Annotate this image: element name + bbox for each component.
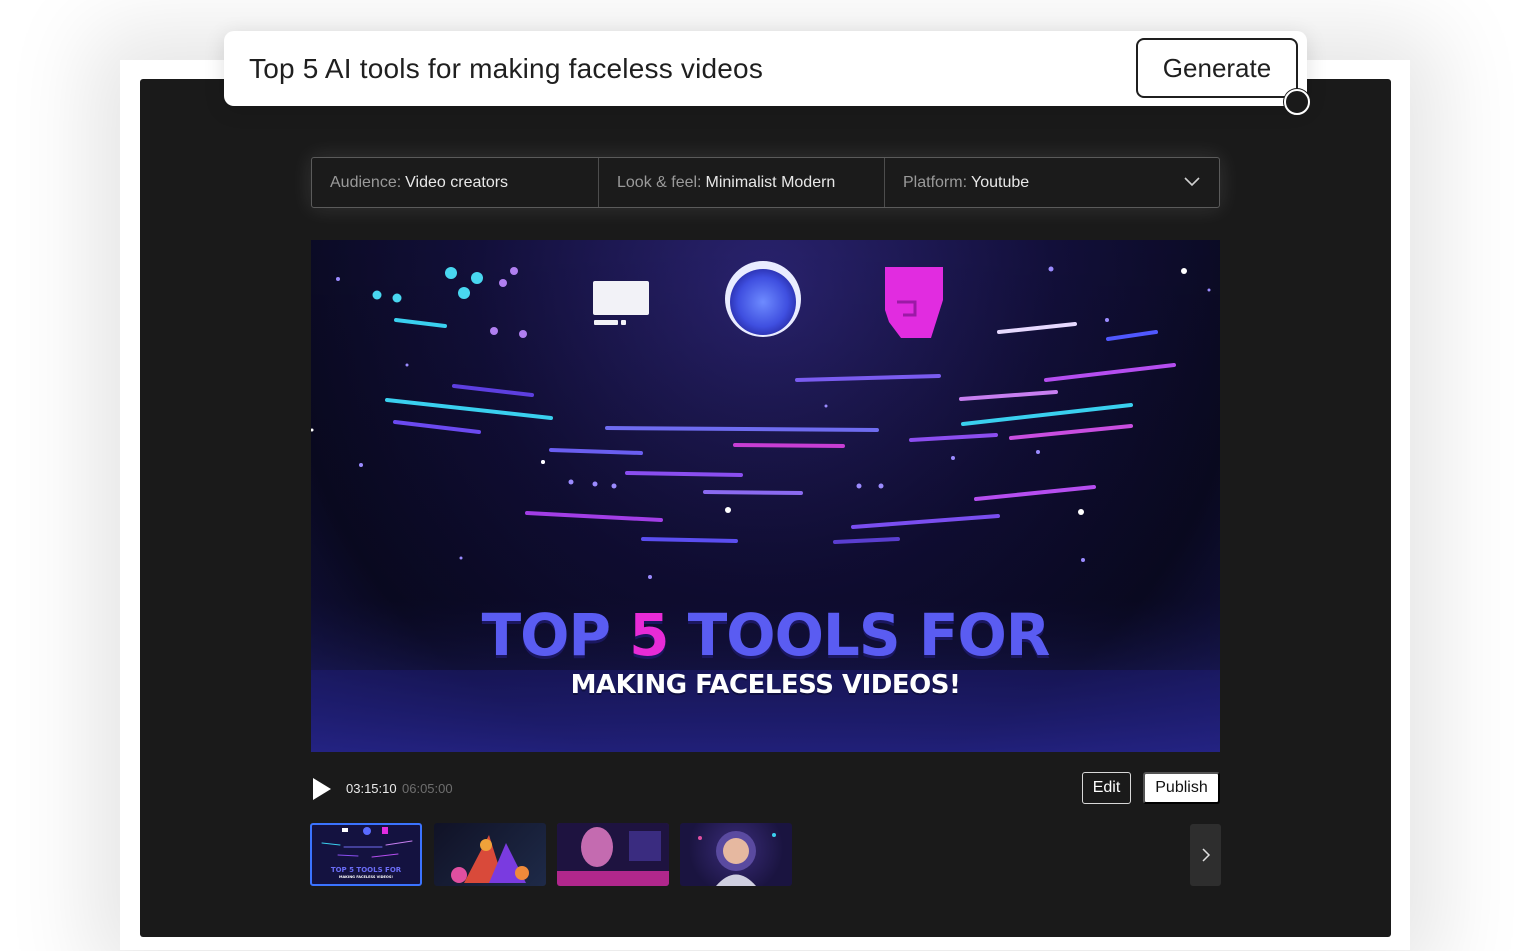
prompt-input[interactable]: Top 5 AI tools for making faceless video…: [249, 31, 763, 106]
thumbnail-caption: TOP 5 TOOLS FOR: [330, 866, 402, 874]
thumbnail-artwork: [557, 823, 669, 886]
look-and-feel-value: Minimalist Modern: [705, 173, 836, 191]
audience-label: Audience:: [330, 173, 402, 191]
prompt-bar: Top 5 AI tools for making faceless video…: [224, 31, 1307, 106]
thumbnail-strip: TOP 5 TOOLS FOR MAKING FACELESS VIDEOS!: [310, 823, 1221, 887]
platform-label: Platform:: [903, 173, 968, 191]
thumbnail-1[interactable]: TOP 5 TOOLS FOR MAKING FACELESS VIDEOS!: [310, 823, 422, 886]
chevron-right-icon: [1201, 848, 1210, 862]
platform-value: Youtube: [971, 173, 1030, 191]
look-and-feel-label: Look & feel:: [617, 173, 702, 191]
edit-button[interactable]: Edit: [1082, 772, 1131, 804]
publish-button[interactable]: Publish: [1143, 772, 1220, 804]
video-title: TOP 5 TOOLS FOR: [311, 606, 1220, 664]
options-bar: Audience: Video creators Look & feel: Mi…: [311, 157, 1220, 208]
video-subtitle: MAKING FACELESS VIDEOS!: [570, 670, 961, 700]
thumbnail-artwork: [698, 831, 776, 886]
total-time: 06:05:00: [402, 781, 453, 796]
next-thumbnails-button[interactable]: [1190, 824, 1221, 886]
thumbnail-3[interactable]: [557, 823, 669, 886]
look-and-feel-option[interactable]: Look & feel: Minimalist Modern: [598, 158, 884, 207]
play-icon[interactable]: [311, 777, 333, 801]
audience-option[interactable]: Audience: Video creators: [312, 158, 598, 207]
thumbnail-caption-sub: MAKING FACELESS VIDEOS!: [338, 875, 393, 879]
video-title-highlight: 5: [629, 601, 669, 669]
generate-button[interactable]: Generate: [1136, 38, 1298, 98]
thumbnail-artwork: [451, 835, 529, 883]
thumbnail-2[interactable]: [434, 823, 546, 886]
cursor-pointer: [1284, 89, 1310, 115]
video-title-part2: TOOLS FOR: [687, 601, 1051, 669]
screen-icon: [593, 281, 649, 315]
audience-value: Video creators: [405, 173, 509, 191]
thumbnail-4[interactable]: [680, 823, 792, 886]
chevron-down-icon[interactable]: [1183, 172, 1201, 190]
video-preview[interactable]: TOP 5 TOOLS FOR MAKING FACELESS VIDEOS!: [311, 240, 1220, 752]
video-title-part1: TOP: [481, 601, 611, 669]
platform-option[interactable]: Platform: Youtube: [884, 158, 1219, 207]
current-time: 03:15:10: [346, 781, 397, 796]
player-controls: 03:15:10 06:05:00 Edit Publish: [311, 770, 1220, 806]
